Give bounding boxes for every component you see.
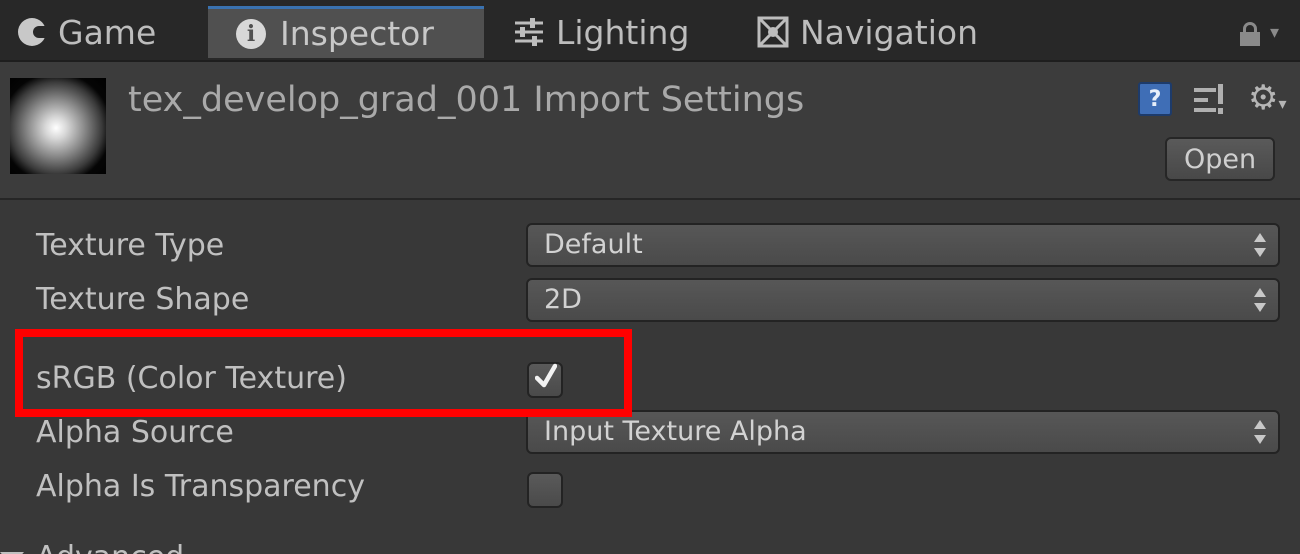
tab-game[interactable]: Game <box>18 6 198 58</box>
help-icon[interactable]: ? <box>1138 82 1172 116</box>
texture-shape-value: 2D <box>544 284 582 315</box>
info-icon: i <box>236 18 266 49</box>
texture-shape-label: Texture Shape <box>36 282 250 317</box>
tab-inspector[interactable]: i Inspector <box>208 6 484 58</box>
alpha-transparency-label: Alpha Is Transparency <box>36 469 365 504</box>
tab-navigation[interactable]: Navigation <box>756 6 1016 58</box>
navigation-icon <box>757 16 789 48</box>
tab-bar: Game i Inspector Lighting Navigation ▾ <box>0 0 1300 62</box>
alpha-source-label: Alpha Source <box>36 415 234 450</box>
dropdown-arrows-icon <box>1254 420 1266 444</box>
dropdown-arrows-icon <box>1254 233 1266 257</box>
alpha-transparency-checkbox[interactable] <box>527 472 563 508</box>
sliders-icon <box>515 18 543 46</box>
tab-lighting[interactable]: Lighting <box>512 6 732 58</box>
tab-menu-icon[interactable]: ▾ <box>1270 22 1294 43</box>
alpha-source-dropdown[interactable]: Input Texture Alpha <box>526 410 1280 454</box>
pacman-icon <box>18 18 49 46</box>
open-button[interactable]: Open <box>1165 137 1275 181</box>
texture-type-label: Texture Type <box>36 228 225 263</box>
tab-navigation-label: Navigation <box>800 12 978 52</box>
gear-icon[interactable]: ⚙▾ <box>1248 80 1292 116</box>
preset-icon[interactable] <box>1192 82 1228 118</box>
dropdown-arrows-icon <box>1254 288 1266 312</box>
advanced-label: Advanced <box>36 540 184 554</box>
alpha-source-value: Input Texture Alpha <box>544 416 807 447</box>
tab-lighting-label: Lighting <box>556 12 690 52</box>
highlight-box <box>15 329 632 417</box>
tab-game-label: Game <box>58 12 157 52</box>
advanced-foldout[interactable]: Advanced <box>0 540 184 554</box>
tab-inspector-label: Inspector <box>280 14 434 53</box>
texture-shape-dropdown[interactable]: 2D <box>526 278 1280 322</box>
inspector-window: Game i Inspector Lighting Navigation ▾ t… <box>0 0 1300 554</box>
lock-icon[interactable] <box>1240 22 1260 46</box>
asset-header: tex_develop_grad_001 Import Settings ? ⚙… <box>0 62 1300 200</box>
texture-thumbnail <box>10 78 106 174</box>
asset-title: tex_develop_grad_001 Import Settings <box>128 80 805 120</box>
texture-type-value: Default <box>544 229 643 260</box>
texture-type-dropdown[interactable]: Default <box>526 223 1280 267</box>
